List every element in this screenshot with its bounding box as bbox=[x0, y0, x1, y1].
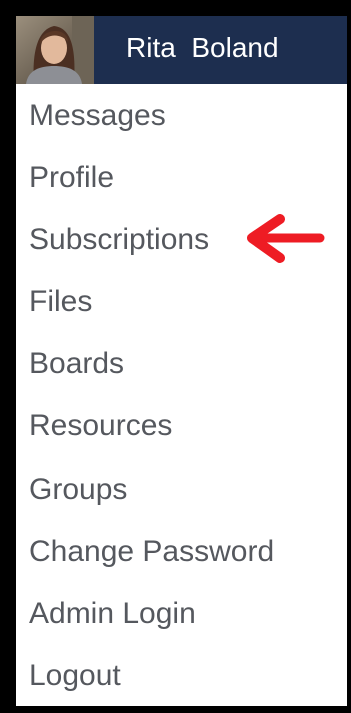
screenshot-frame: Rita Boland Messages Profile Subscriptio… bbox=[0, 0, 351, 713]
menu-item-files[interactable]: Files bbox=[29, 282, 92, 322]
menu-item-change-password[interactable]: Change Password bbox=[29, 532, 274, 572]
user-menu-panel: Rita Boland Messages Profile Subscriptio… bbox=[16, 16, 347, 706]
menu-item-profile[interactable]: Profile bbox=[29, 158, 114, 198]
menu-item-groups[interactable]: Groups bbox=[29, 470, 127, 510]
menu-item-subscriptions[interactable]: Subscriptions bbox=[29, 220, 209, 260]
menu-item-resources[interactable]: Resources bbox=[29, 406, 172, 446]
menu-item-admin-login[interactable]: Admin Login bbox=[29, 594, 196, 634]
menu-item-logout[interactable]: Logout bbox=[29, 656, 121, 696]
menu-item-messages[interactable]: Messages bbox=[29, 96, 166, 136]
red-arrow-icon bbox=[247, 214, 325, 263]
user-header[interactable]: Rita Boland bbox=[16, 16, 347, 84]
menu-item-boards[interactable]: Boards bbox=[29, 344, 124, 384]
user-name[interactable]: Rita Boland bbox=[126, 31, 279, 65]
user-avatar-photo-icon bbox=[16, 16, 94, 84]
avatar[interactable] bbox=[16, 16, 94, 84]
